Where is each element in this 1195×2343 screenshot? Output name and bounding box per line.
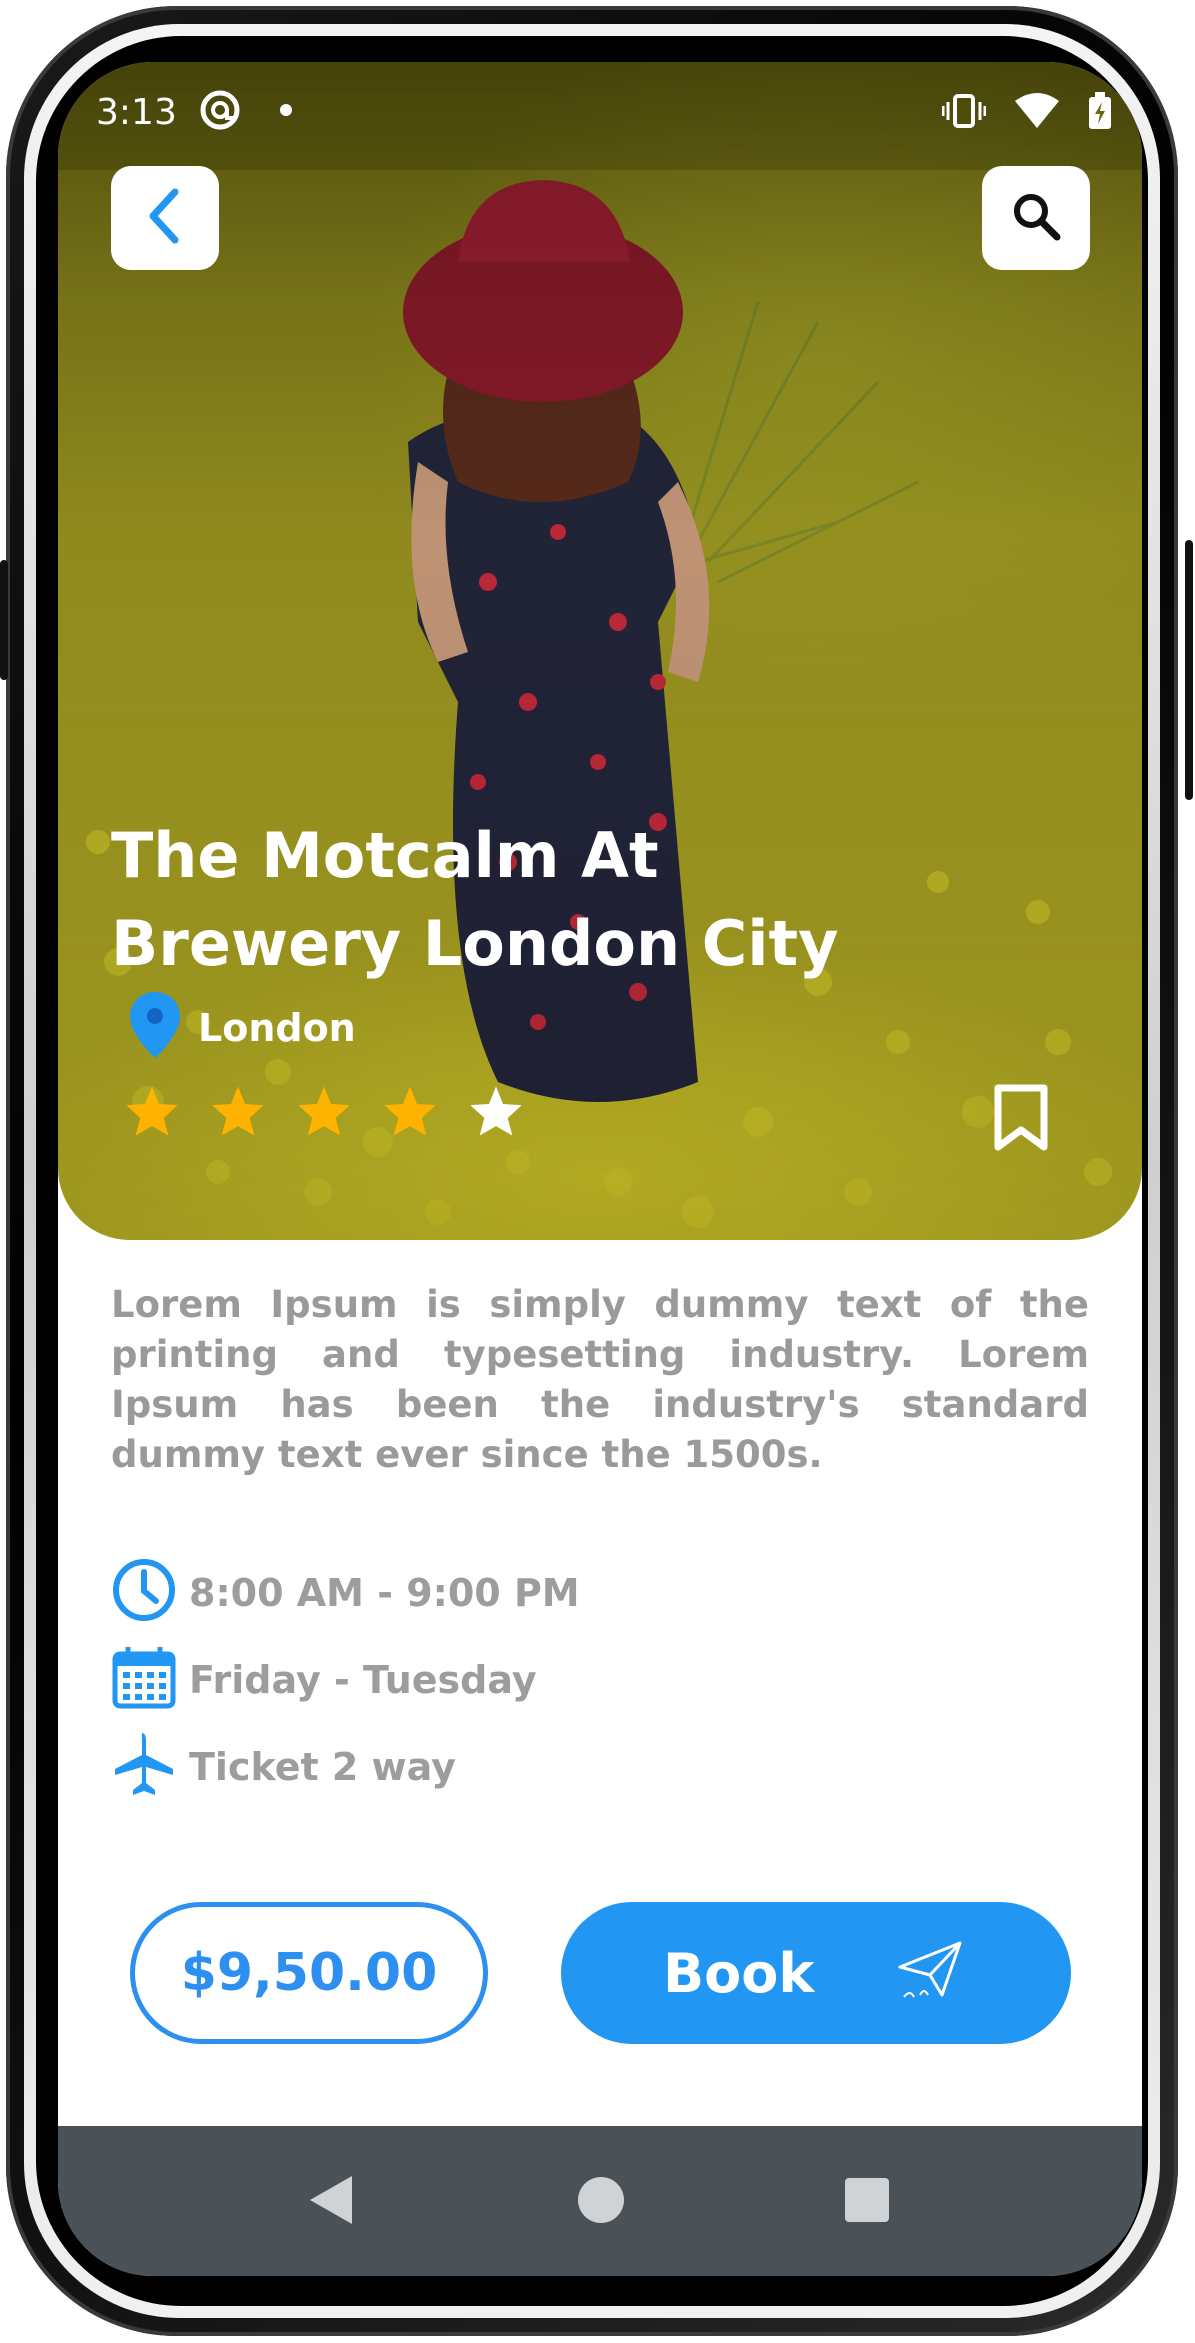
hero-image: 3:13 The Motcalm At Brewery London City … bbox=[58, 62, 1142, 1240]
days-text: Friday - Tuesday bbox=[189, 1657, 537, 1702]
page-title: The Motcalm At Brewery London City bbox=[111, 812, 1011, 988]
location-pin-icon bbox=[128, 990, 182, 1065]
star-icon bbox=[296, 1084, 352, 1143]
price-label: $9,50.00 bbox=[180, 1943, 438, 2003]
bookmark-icon bbox=[993, 1084, 1049, 1156]
side-button-left bbox=[0, 560, 8, 680]
status-time: 3:13 bbox=[96, 92, 177, 133]
clock-icon bbox=[111, 1557, 177, 1628]
location-row: London bbox=[128, 990, 356, 1065]
system-nav-bar bbox=[58, 2126, 1142, 2276]
calendar-icon bbox=[111, 1644, 177, 1715]
nav-recents-icon[interactable] bbox=[842, 2174, 890, 2231]
star-empty-icon bbox=[468, 1084, 524, 1143]
app-screen: 3:13 The Motcalm At Brewery London City … bbox=[58, 62, 1142, 2276]
paper-plane-icon bbox=[896, 1937, 966, 2020]
nav-home-icon[interactable] bbox=[576, 2174, 626, 2231]
info-row-ticket: Ticket 2 way bbox=[111, 1731, 456, 1802]
nav-back-icon[interactable] bbox=[306, 2174, 354, 2231]
book-label: Book bbox=[663, 1942, 815, 2005]
battery-charging-icon bbox=[1088, 92, 1112, 139]
info-row-days: Friday - Tuesday bbox=[111, 1644, 537, 1715]
chevron-left-icon bbox=[145, 186, 185, 251]
bookmark-button[interactable] bbox=[993, 1084, 1049, 1157]
wifi-icon bbox=[1014, 93, 1060, 138]
hours-text: 8:00 AM - 9:00 PM bbox=[189, 1570, 580, 1615]
side-button-right bbox=[1185, 540, 1193, 800]
status-bar: 3:13 bbox=[58, 62, 1142, 170]
info-row-hours: 8:00 AM - 9:00 PM bbox=[111, 1557, 580, 1628]
title-line-2: Brewery London City bbox=[111, 907, 839, 980]
star-icon bbox=[210, 1084, 266, 1143]
search-icon bbox=[1010, 190, 1062, 247]
title-line-1: The Motcalm At bbox=[111, 819, 659, 892]
search-button[interactable] bbox=[982, 166, 1090, 270]
dot-icon bbox=[280, 104, 292, 116]
back-button[interactable] bbox=[111, 166, 219, 270]
at-sign-icon bbox=[198, 88, 242, 141]
rating-stars bbox=[124, 1084, 524, 1143]
description-text: Lorem Ipsum is simply dummy text of the … bbox=[111, 1283, 1089, 1476]
location-label: London bbox=[198, 1005, 356, 1050]
star-icon bbox=[382, 1084, 438, 1143]
star-icon bbox=[124, 1084, 180, 1143]
book-button[interactable]: Book bbox=[561, 1902, 1071, 2044]
ticket-text: Ticket 2 way bbox=[189, 1744, 456, 1789]
vibrate-icon bbox=[941, 94, 987, 137]
airplane-icon bbox=[111, 1731, 177, 1802]
price-button[interactable]: $9,50.00 bbox=[130, 1902, 488, 2044]
